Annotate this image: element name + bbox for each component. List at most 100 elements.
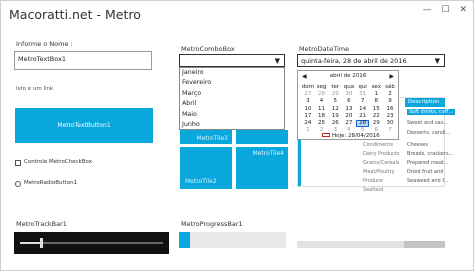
calendar-weekday: sáb (385, 84, 395, 90)
calendar-day[interactable]: 1 (369, 91, 383, 98)
metro-trackbar[interactable] (14, 232, 169, 254)
calendar-weekday: qua (343, 84, 355, 90)
calendar-day[interactable]: 9 (383, 98, 397, 105)
metro-tile-2[interactable]: MetroTile2 (180, 147, 232, 189)
calendar-weekday: qui (358, 84, 367, 90)
calendar-day[interactable]: 28 (355, 119, 370, 128)
chevron-right-icon[interactable]: ▶ (389, 73, 394, 80)
calendar-day[interactable]: 29 (328, 91, 342, 98)
window-title: Macoratti.net - Metro (9, 7, 141, 22)
horizontal-scrollbar[interactable] (297, 241, 445, 248)
metro-radio-button[interactable] (15, 181, 21, 187)
tile4-label: MetroTile4 (252, 150, 284, 157)
metro-progressbar (179, 232, 286, 248)
metro-datetime-picker[interactable]: quinta-feira, 28 de abril de 2016 ▼ (297, 54, 445, 67)
combo-label: MetroComboBox (181, 45, 235, 53)
calendar-day[interactable]: 8 (369, 98, 383, 105)
combo-option-janeiro[interactable]: Janeiro (180, 68, 284, 78)
calendar-day[interactable]: 10 (301, 106, 315, 113)
calendar-day[interactable]: 22 (369, 113, 383, 120)
calendar-day[interactable]: 15 (369, 106, 383, 113)
grid-cell-category[interactable]: Seafood (363, 187, 383, 193)
scrollbar-thumb[interactable] (404, 241, 445, 248)
minimize-icon[interactable]: — (423, 5, 432, 15)
radio-label: MetroRadioButton1 (24, 180, 78, 186)
calendar-day[interactable]: 7 (356, 98, 370, 105)
calendar-day[interactable]: 27 (301, 91, 315, 98)
metro-link[interactable]: Isto é um link (16, 86, 53, 92)
calendar-day[interactable]: 19 (328, 113, 342, 120)
calendar-day[interactable]: 12 (328, 106, 342, 113)
checkbox-label: Controle MetroCheckBox (24, 159, 92, 165)
close-icon[interactable]: ✕ (459, 5, 467, 15)
calendar-day[interactable]: 30 (383, 120, 397, 127)
calendar-day[interactable]: 31 (356, 91, 370, 98)
calendar-header: ◀ abril de 2016 ▶ (298, 73, 398, 81)
calendar-day[interactable]: 7 (383, 127, 397, 134)
grid-cell-description[interactable]: Cheeses (407, 142, 428, 148)
maximize-icon[interactable]: ☐ (442, 5, 450, 15)
tile2-label: MetroTile2 (185, 178, 217, 185)
calendar-month: abril de 2016 (329, 73, 367, 79)
calendar-day[interactable]: 14 (356, 106, 370, 113)
name-textbox[interactable]: MetroTextBox1 (14, 51, 152, 70)
metro-tile-3[interactable]: MetroTile3 (180, 130, 232, 144)
metro-tile-4[interactable]: MetroTile4 (236, 147, 288, 189)
calendar-today[interactable]: Hoje: 28/04/2016 (322, 133, 380, 139)
combo-option-abril[interactable]: Abril (180, 99, 284, 109)
calendar-weekday: seg (316, 84, 327, 90)
combo-dropdown-list: Janeiro Fevereiro Março Abril Maio Junho (179, 67, 285, 130)
grid-cell-description[interactable]: Desserts, candi... (407, 130, 450, 136)
combo-option-fevereiro[interactable]: Fevereiro (180, 78, 284, 88)
metro-tile-4-top[interactable] (236, 130, 288, 144)
calendar-week-row: 27 28 29 30 31 1 2 (301, 91, 397, 98)
calendar-day[interactable]: 29 (369, 120, 383, 127)
calendar-day[interactable]: 30 (342, 91, 356, 98)
calendar-day[interactable]: 13 (342, 106, 356, 113)
metro-text-button[interactable]: MetroTextButton1 (15, 108, 153, 143)
combo-option-junho[interactable]: Junho (180, 120, 284, 130)
calendar-day[interactable]: 20 (342, 113, 356, 120)
calendar-day[interactable]: 24 (301, 120, 315, 127)
name-label: Informe o Nome : (16, 40, 73, 48)
grid-cell-description[interactable]: Seaweed and f... (407, 178, 448, 184)
calendar-week-row: 17 18 19 20 21 22 23 (301, 113, 397, 120)
calendar-day[interactable]: 17 (301, 113, 315, 120)
calendar-day[interactable]: 16 (383, 106, 397, 113)
calendar-day[interactable]: 11 (315, 106, 329, 113)
calendar-week-row: 10 11 12 13 14 15 16 (301, 106, 397, 113)
calendar-day[interactable]: 6 (342, 98, 356, 105)
calendar-week-row: 3456789 (301, 98, 397, 105)
calendar-day[interactable]: 25 (315, 120, 329, 127)
grid-header-description[interactable]: Description (405, 98, 445, 107)
calendar-day[interactable]: 1 (301, 127, 315, 134)
grid-cell-description[interactable]: Sweet and sav... (407, 120, 448, 126)
calendar-day[interactable]: 27 (342, 120, 356, 127)
trackbar-thumb[interactable] (40, 238, 44, 248)
calendar-day[interactable]: 2 (383, 91, 397, 98)
calendar-today-text: Hoje: 28/04/2016 (332, 133, 380, 139)
calendar-day[interactable]: 28 (315, 91, 329, 98)
progress-label: MetroProgressBar1 (181, 220, 243, 228)
grid-cell-description[interactable]: Prepared meat... (407, 160, 449, 166)
calendar-grid: dom seg ter qua qui sex sáb 27 28 29 30 31 1 2 3 4 5 6 7 8 9… (301, 84, 397, 134)
controle-checkbox[interactable] (15, 160, 21, 166)
grid-cell-description[interactable]: Breads, crackers... (407, 151, 453, 157)
combo-option-marco[interactable]: Março (180, 89, 284, 99)
calendar-day[interactable]: 26 (328, 120, 342, 127)
chevron-left-icon[interactable]: ◀ (302, 73, 307, 80)
calendar-day[interactable]: 18 (315, 113, 329, 120)
calendar-day[interactable]: 23 (383, 113, 397, 120)
calendar-day[interactable]: 21 (356, 113, 370, 120)
metro-combobox[interactable]: ▼ (179, 54, 285, 67)
chevron-down-icon: ▼ (274, 57, 280, 65)
calendar-weekday: dom (301, 84, 314, 90)
calendar-day[interactable]: 3 (301, 98, 315, 105)
calendar-day[interactable]: 4 (315, 98, 329, 105)
calendar-day[interactable]: 5 (328, 98, 342, 105)
grid-cell-description[interactable]: Soft drinks, coff... (407, 109, 455, 115)
combo-option-maio[interactable]: Maio (180, 110, 284, 120)
tile3-label: MetroTile3 (196, 135, 228, 142)
trackbar-label: MetroTrackBar1 (16, 220, 67, 228)
grid-cell-description[interactable]: Dried fruit and (407, 169, 443, 175)
